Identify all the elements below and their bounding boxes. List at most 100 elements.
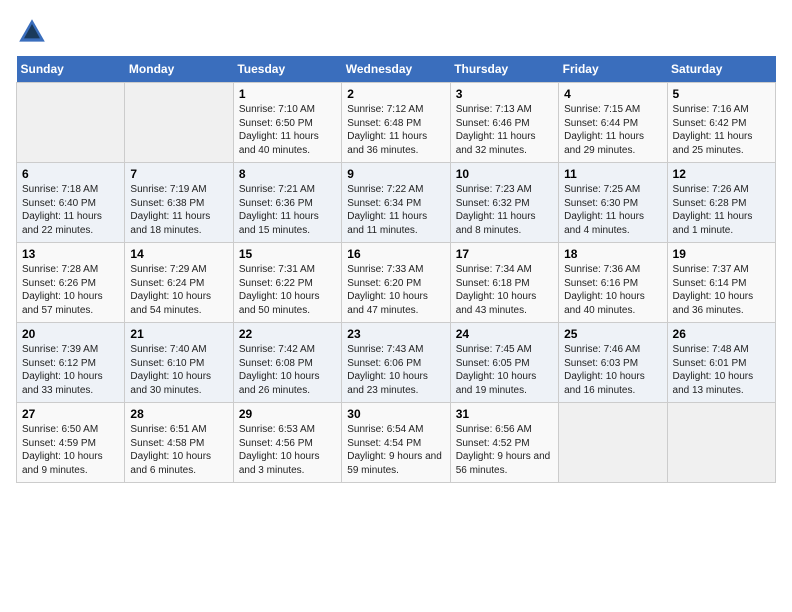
calendar-cell: [667, 403, 775, 483]
calendar: SundayMondayTuesdayWednesdayThursdayFrid…: [16, 56, 776, 483]
day-info: Sunrise: 7:21 AM Sunset: 6:36 PM Dayligh…: [239, 183, 336, 237]
day-number: 24: [456, 327, 553, 341]
day-info: Sunrise: 7:46 AM Sunset: 6:03 PM Dayligh…: [564, 343, 661, 397]
weekday-header-sunday: Sunday: [17, 56, 125, 83]
day-number: 21: [130, 327, 227, 341]
calendar-cell: 10 Sunrise: 7:23 AM Sunset: 6:32 PM Dayli…: [450, 163, 558, 243]
calendar-cell: 1 Sunrise: 7:10 AM Sunset: 6:50 PM Daylig…: [233, 83, 341, 163]
calendar-cell: 14 Sunrise: 7:29 AM Sunset: 6:24 PM Dayli…: [125, 243, 233, 323]
weekday-header-row: SundayMondayTuesdayWednesdayThursdayFrid…: [17, 56, 776, 83]
day-info: Sunrise: 7:36 AM Sunset: 6:16 PM Dayligh…: [564, 263, 661, 317]
day-info: Sunrise: 7:15 AM Sunset: 6:44 PM Dayligh…: [564, 103, 661, 157]
calendar-cell: 15 Sunrise: 7:31 AM Sunset: 6:22 PM Dayli…: [233, 243, 341, 323]
day-number: 26: [673, 327, 770, 341]
day-info: Sunrise: 7:40 AM Sunset: 6:10 PM Dayligh…: [130, 343, 227, 397]
header: [16, 16, 776, 48]
day-number: 22: [239, 327, 336, 341]
calendar-cell: 18 Sunrise: 7:36 AM Sunset: 6:16 PM Dayli…: [559, 243, 667, 323]
calendar-cell: 26 Sunrise: 7:48 AM Sunset: 6:01 PM Dayli…: [667, 323, 775, 403]
calendar-cell: 9 Sunrise: 7:22 AM Sunset: 6:34 PM Daylig…: [342, 163, 450, 243]
calendar-cell: 21 Sunrise: 7:40 AM Sunset: 6:10 PM Dayli…: [125, 323, 233, 403]
calendar-cell: 19 Sunrise: 7:37 AM Sunset: 6:14 PM Dayli…: [667, 243, 775, 323]
day-number: 8: [239, 167, 336, 181]
day-number: 5: [673, 87, 770, 101]
calendar-cell: 4Sunrise: 7:15 AM Sunset: 6:44 PM Daylig…: [559, 83, 667, 163]
weekday-header-saturday: Saturday: [667, 56, 775, 83]
day-info: Sunrise: 7:37 AM Sunset: 6:14 PM Dayligh…: [673, 263, 770, 317]
weekday-header-tuesday: Tuesday: [233, 56, 341, 83]
day-info: Sunrise: 7:10 AM Sunset: 6:50 PM Dayligh…: [239, 103, 336, 157]
calendar-cell: 5 Sunrise: 7:16 AM Sunset: 6:42 PM Daylig…: [667, 83, 775, 163]
calendar-week-row: 13Sunrise: 7:28 AM Sunset: 6:26 PM Dayli…: [17, 243, 776, 323]
day-number: 14: [130, 247, 227, 261]
calendar-cell: 8 Sunrise: 7:21 AM Sunset: 6:36 PM Daylig…: [233, 163, 341, 243]
day-number: 31: [456, 407, 553, 421]
calendar-week-row: 1 Sunrise: 7:10 AM Sunset: 6:50 PM Daylig…: [17, 83, 776, 163]
day-info: Sunrise: 7:16 AM Sunset: 6:42 PM Dayligh…: [673, 103, 770, 157]
calendar-week-row: 6Sunrise: 7:18 AM Sunset: 6:40 PM Daylig…: [17, 163, 776, 243]
day-info: Sunrise: 7:48 AM Sunset: 6:01 PM Dayligh…: [673, 343, 770, 397]
weekday-header-monday: Monday: [125, 56, 233, 83]
calendar-cell: 31Sunrise: 6:56 AM Sunset: 4:52 PM Dayli…: [450, 403, 558, 483]
day-info: Sunrise: 7:22 AM Sunset: 6:34 PM Dayligh…: [347, 183, 444, 237]
day-number: 27: [22, 407, 119, 421]
day-number: 18: [564, 247, 661, 261]
day-number: 30: [347, 407, 444, 421]
day-number: 9: [347, 167, 444, 181]
day-info: Sunrise: 7:13 AM Sunset: 6:46 PM Dayligh…: [456, 103, 553, 157]
calendar-cell: 3 Sunrise: 7:13 AM Sunset: 6:46 PM Daylig…: [450, 83, 558, 163]
calendar-cell: 13Sunrise: 7:28 AM Sunset: 6:26 PM Dayli…: [17, 243, 125, 323]
day-number: 19: [673, 247, 770, 261]
calendar-cell: 6Sunrise: 7:18 AM Sunset: 6:40 PM Daylig…: [17, 163, 125, 243]
calendar-cell: 17 Sunrise: 7:34 AM Sunset: 6:18 PM Dayli…: [450, 243, 558, 323]
day-info: Sunrise: 7:34 AM Sunset: 6:18 PM Dayligh…: [456, 263, 553, 317]
day-number: 29: [239, 407, 336, 421]
calendar-cell: [17, 83, 125, 163]
day-info: Sunrise: 6:54 AM Sunset: 4:54 PM Dayligh…: [347, 423, 444, 477]
day-number: 1: [239, 87, 336, 101]
calendar-cell: 23 Sunrise: 7:43 AM Sunset: 6:06 PM Dayli…: [342, 323, 450, 403]
day-info: Sunrise: 7:19 AM Sunset: 6:38 PM Dayligh…: [130, 183, 227, 237]
calendar-cell: 2Sunrise: 7:12 AM Sunset: 6:48 PM Daylig…: [342, 83, 450, 163]
day-number: 25: [564, 327, 661, 341]
calendar-cell: 30 Sunrise: 6:54 AM Sunset: 4:54 PM Dayli…: [342, 403, 450, 483]
calendar-cell: 28Sunrise: 6:51 AM Sunset: 4:58 PM Dayli…: [125, 403, 233, 483]
day-info: Sunrise: 6:53 AM Sunset: 4:56 PM Dayligh…: [239, 423, 336, 477]
day-info: Sunrise: 7:42 AM Sunset: 6:08 PM Dayligh…: [239, 343, 336, 397]
day-number: 2: [347, 87, 444, 101]
weekday-header-wednesday: Wednesday: [342, 56, 450, 83]
day-number: 10: [456, 167, 553, 181]
calendar-cell: 24 Sunrise: 7:45 AM Sunset: 6:05 PM Dayli…: [450, 323, 558, 403]
day-info: Sunrise: 7:31 AM Sunset: 6:22 PM Dayligh…: [239, 263, 336, 317]
day-number: 28: [130, 407, 227, 421]
weekday-header-thursday: Thursday: [450, 56, 558, 83]
day-info: Sunrise: 7:29 AM Sunset: 6:24 PM Dayligh…: [130, 263, 227, 317]
calendar-cell: [125, 83, 233, 163]
calendar-cell: 16Sunrise: 7:33 AM Sunset: 6:20 PM Dayli…: [342, 243, 450, 323]
calendar-cell: 27 Sunrise: 6:50 AM Sunset: 4:59 PM Dayli…: [17, 403, 125, 483]
day-info: Sunrise: 7:26 AM Sunset: 6:28 PM Dayligh…: [673, 183, 770, 237]
calendar-week-row: 27 Sunrise: 6:50 AM Sunset: 4:59 PM Dayli…: [17, 403, 776, 483]
day-info: Sunrise: 7:25 AM Sunset: 6:30 PM Dayligh…: [564, 183, 661, 237]
day-number: 23: [347, 327, 444, 341]
calendar-week-row: 20 Sunrise: 7:39 AM Sunset: 6:12 PM Dayli…: [17, 323, 776, 403]
calendar-cell: 12Sunrise: 7:26 AM Sunset: 6:28 PM Dayli…: [667, 163, 775, 243]
calendar-cell: 22 Sunrise: 7:42 AM Sunset: 6:08 PM Dayli…: [233, 323, 341, 403]
calendar-cell: 7Sunrise: 7:19 AM Sunset: 6:38 PM Daylig…: [125, 163, 233, 243]
day-info: Sunrise: 7:28 AM Sunset: 6:26 PM Dayligh…: [22, 263, 119, 317]
day-number: 17: [456, 247, 553, 261]
day-info: Sunrise: 7:39 AM Sunset: 6:12 PM Dayligh…: [22, 343, 119, 397]
day-number: 3: [456, 87, 553, 101]
day-info: Sunrise: 6:50 AM Sunset: 4:59 PM Dayligh…: [22, 423, 119, 477]
day-number: 6: [22, 167, 119, 181]
day-number: 20: [22, 327, 119, 341]
day-info: Sunrise: 7:45 AM Sunset: 6:05 PM Dayligh…: [456, 343, 553, 397]
day-info: Sunrise: 7:43 AM Sunset: 6:06 PM Dayligh…: [347, 343, 444, 397]
calendar-cell: 20 Sunrise: 7:39 AM Sunset: 6:12 PM Dayli…: [17, 323, 125, 403]
day-info: Sunrise: 7:23 AM Sunset: 6:32 PM Dayligh…: [456, 183, 553, 237]
weekday-header-friday: Friday: [559, 56, 667, 83]
calendar-cell: 29 Sunrise: 6:53 AM Sunset: 4:56 PM Dayli…: [233, 403, 341, 483]
day-number: 15: [239, 247, 336, 261]
day-number: 16: [347, 247, 444, 261]
calendar-cell: 11Sunrise: 7:25 AM Sunset: 6:30 PM Dayli…: [559, 163, 667, 243]
